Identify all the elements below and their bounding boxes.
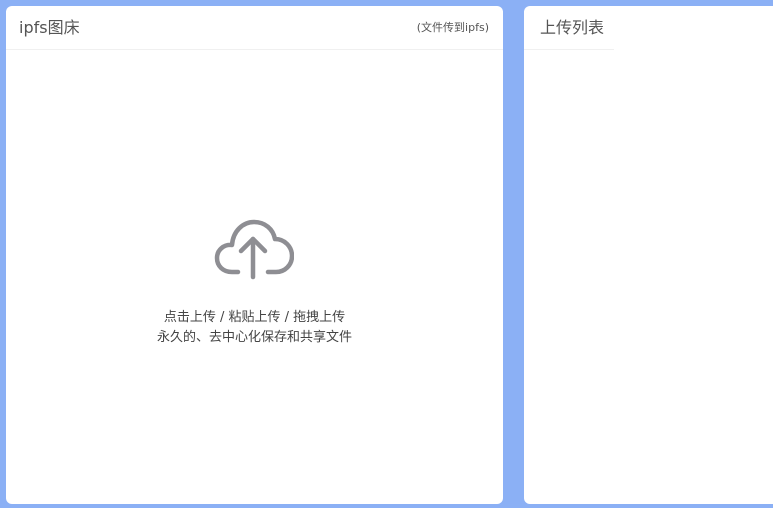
upload-description: 永久的、去中心化保存和共享文件 [156,330,352,345]
upload-instructions: 点击上传 / 粘贴上传 / 拖拽上传 [163,310,346,325]
upload-list-panel: 上传列表 [524,6,773,504]
upload-panel: ipfs图床 (文件传到ipfs) 点击上传 / 粘贴上传 / 拖拽上传 永久的… [6,6,503,504]
upload-panel-header: ipfs图床 (文件传到ipfs) [6,6,503,50]
upload-list-title: 上传列表 [540,18,605,37]
upload-list-header: 上传列表 [524,6,614,50]
cloud-upload-icon [214,219,294,280]
upload-dropzone[interactable]: 点击上传 / 粘贴上传 / 拖拽上传 永久的、去中心化保存和共享文件 [6,50,503,504]
upload-panel-title: ipfs图床 [19,18,80,37]
upload-panel-note: (文件传到ipfs) [416,21,489,34]
